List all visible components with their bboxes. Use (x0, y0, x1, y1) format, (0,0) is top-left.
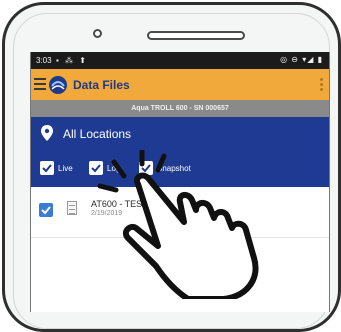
checkmark-icon (42, 164, 52, 173)
front-camera (93, 29, 102, 38)
checkmark-icon (41, 206, 51, 215)
live-checkbox[interactable] (40, 161, 54, 175)
location-selector[interactable]: All Locations (63, 127, 131, 141)
live-label: Live (58, 164, 73, 173)
device-label: Aqua TROLL 600 - SN 000657 (131, 105, 229, 112)
system-icons: ◎ ⊖ ▾◢ ▮ (280, 55, 323, 64)
file-checkbox[interactable] (39, 203, 53, 217)
notification-icons: ▪ ⁂ ⬆ (56, 56, 88, 65)
app-bar: Data Files (31, 69, 329, 100)
earpiece-speaker (147, 31, 245, 40)
tap-gesture-hand-icon (97, 150, 259, 299)
location-pin-icon (41, 125, 53, 141)
app-logo-icon (49, 76, 67, 94)
device-bar: Aqua TROLL 600 - SN 000657 (31, 100, 329, 117)
overflow-menu-icon[interactable] (320, 78, 323, 93)
status-bar: 3:03 ▪ ⁂ ⬆ ◎ ⊖ ▾◢ ▮ (31, 52, 329, 69)
status-time: 3:03 (36, 56, 52, 65)
file-icon (67, 201, 77, 215)
app-title: Data Files (73, 78, 130, 92)
menu-icon[interactable] (34, 78, 46, 90)
